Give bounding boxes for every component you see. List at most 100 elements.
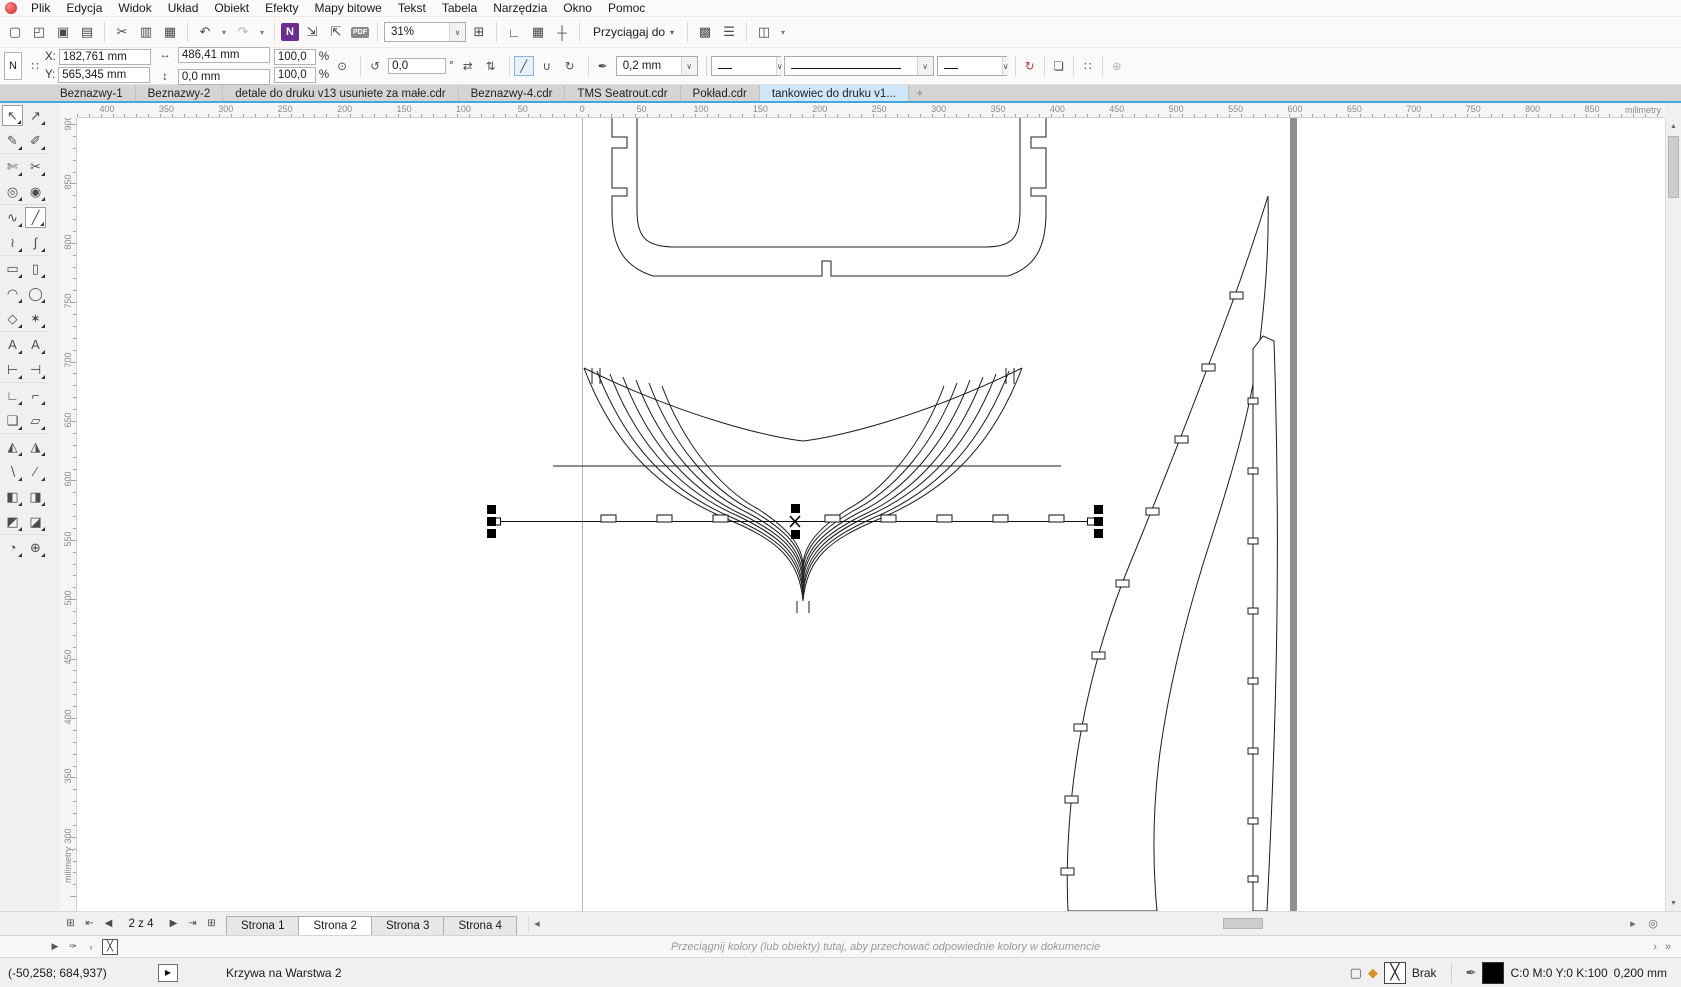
zoom-level-combo[interactable]: 31% ∨ xyxy=(384,22,466,42)
vertical-scrollbar[interactable]: ▲ ▼ xyxy=(1665,118,1681,911)
eyedropper-tool-icon[interactable]: ∖ xyxy=(2,461,23,482)
menu-narzędzia[interactable]: Narzędzia xyxy=(485,0,555,16)
menu-plik[interactable]: Plik xyxy=(23,0,58,16)
outline-width-combo[interactable]: 0,2 mm ∨ xyxy=(616,56,698,76)
navigator-button[interactable]: ◎ xyxy=(1643,915,1663,933)
no-color-swatch[interactable]: ╳ xyxy=(102,939,118,955)
smart-fill-tool-flyout-icon[interactable]: ⊕ xyxy=(25,537,46,558)
new-document-button[interactable]: ▢ xyxy=(4,21,26,43)
publish-pdf-button[interactable]: PDF xyxy=(351,27,369,38)
interactive-fill-tool-flyout-icon[interactable]: ◪ xyxy=(25,511,46,532)
document-tab-beznazwy-4-cdr[interactable]: Beznazwy-4.cdr xyxy=(459,85,566,101)
text-tool-flyout-icon[interactable]: A xyxy=(25,334,46,355)
menu-efekty[interactable]: Efekty xyxy=(257,0,306,16)
add-page-button[interactable]: ⊞ xyxy=(203,915,220,932)
show-guidelines-toggle[interactable]: ┼ xyxy=(551,21,573,43)
export-button[interactable]: ⇱ xyxy=(325,21,347,43)
last-page-button[interactable]: ⇥ xyxy=(184,915,201,932)
mirror-horizontal-button[interactable]: ⇄ xyxy=(458,56,478,76)
eyedropper-tool-flyout-icon[interactable]: ∕ xyxy=(25,461,46,482)
smooth-node-button[interactable]: ↻ xyxy=(560,56,580,76)
combo-arrow-icon[interactable]: ∨ xyxy=(1002,57,1009,75)
scroll-right-button[interactable]: ▶ xyxy=(1625,916,1641,932)
menu-edycja[interactable]: Edycja xyxy=(58,0,110,16)
document-tab-tms-seatrout-cdr[interactable]: TMS Seatrout.cdr xyxy=(565,85,680,101)
fill-tool-icon[interactable]: ◧ xyxy=(2,486,23,507)
first-page-button[interactable]: ⇤ xyxy=(81,915,98,932)
menu-okno[interactable]: Okno xyxy=(555,0,600,16)
polygon-tool-flyout-icon[interactable]: ✶ xyxy=(25,308,46,329)
shape-tool-icon[interactable]: ✎ xyxy=(2,130,23,151)
paste-button[interactable]: ▦ xyxy=(159,21,181,43)
rotation-angle-field[interactable]: 0,0 xyxy=(388,58,446,74)
page-tab-strona-3[interactable]: Strona 3 xyxy=(371,916,444,935)
text-tool-icon[interactable]: A xyxy=(2,334,23,355)
page-tab-strona-1[interactable]: Strona 1 xyxy=(226,916,299,935)
page-tab-strona-2[interactable]: Strona 2 xyxy=(298,916,371,935)
palette-eyedropper-icon[interactable]: ✑ xyxy=(66,940,80,954)
object-height-field[interactable]: 0,0 mm xyxy=(178,69,270,85)
fullscreen-preview-button[interactable]: ⊞ xyxy=(468,21,490,43)
redo-button[interactable]: ↷ xyxy=(232,21,254,43)
menu-mapy-bitowe[interactable]: Mapy bitowe xyxy=(306,0,389,16)
ellipse-tool-flyout-icon[interactable]: ◯ xyxy=(25,283,46,304)
scroll-up-button[interactable]: ▲ xyxy=(1666,118,1681,134)
document-tab-pokład-cdr[interactable]: Pokład.cdr xyxy=(681,85,760,101)
app-icon[interactable] xyxy=(5,2,17,14)
menu-widok[interactable]: Widok xyxy=(110,0,159,16)
zoom-tool-icon[interactable]: ◎ xyxy=(2,181,23,202)
print-button[interactable]: ▤ xyxy=(76,21,98,43)
crop-tool-icon[interactable]: ✄ xyxy=(2,156,23,177)
undo-dropdown-icon[interactable]: ▾ xyxy=(218,21,230,43)
scroll-left-button[interactable]: ◀ xyxy=(529,916,545,932)
convert-to-line-button[interactable]: ╱ xyxy=(514,56,534,76)
zoom-tool-flyout-icon[interactable]: ◉ xyxy=(25,181,46,202)
show-grid-toggle[interactable]: ▦ xyxy=(527,21,549,43)
palette-more-button[interactable]: » xyxy=(1665,941,1671,953)
rectangle-tool-flyout-icon[interactable]: ▯ xyxy=(25,258,46,279)
mirror-vertical-button[interactable]: ⇅ xyxy=(481,56,501,76)
scale-y-field[interactable]: 100,0 xyxy=(274,67,316,83)
menu-obiekt[interactable]: Obiekt xyxy=(206,0,257,16)
crop-tool-flyout-icon[interactable]: ✂ xyxy=(25,156,46,177)
drop-shadow-tool-flyout-icon[interactable]: ▱ xyxy=(25,410,46,431)
search-content-button[interactable]: N xyxy=(281,23,299,41)
image-adjust-button[interactable]: ▩ xyxy=(694,21,716,43)
polygon-tool-icon[interactable]: ◇ xyxy=(2,308,23,329)
connector-tool-icon[interactable]: ∟ xyxy=(2,385,23,406)
order-button[interactable]: ❏ xyxy=(1049,56,1069,76)
object-details-button[interactable]: ▶ xyxy=(158,964,178,982)
cut-button[interactable]: ✂ xyxy=(111,21,133,43)
drop-shadow-tool-icon[interactable]: ❏ xyxy=(2,410,23,431)
fill-tool-flyout-icon[interactable]: ◨ xyxy=(25,486,46,507)
add-page-button[interactable]: ⊞ xyxy=(62,915,79,932)
next-page-button[interactable]: ▶ xyxy=(165,915,182,932)
horizontal-scrollbar[interactable]: ◀ ▶ xyxy=(528,916,1641,932)
import-button[interactable]: ⇲ xyxy=(301,21,323,43)
horizontal-ruler[interactable]: milimetry 400350300250200150100500501001… xyxy=(77,103,1665,118)
vertical-scroll-thumb[interactable] xyxy=(1668,136,1679,198)
end-arrowhead-combo[interactable]: ∨ xyxy=(937,56,1007,76)
convert-to-curve-button[interactable]: ∪ xyxy=(537,56,557,76)
combo-arrow-icon[interactable]: ∨ xyxy=(776,57,783,75)
palette-flyout-button[interactable]: ▶ xyxy=(48,940,62,954)
menu-pomoc[interactable]: Pomoc xyxy=(600,0,653,16)
horizontal-scroll-thumb[interactable] xyxy=(1223,918,1263,929)
y-position-field[interactable]: 565,345 mm xyxy=(58,67,150,83)
vertical-ruler[interactable]: milimetry 900850800750700650600550500450… xyxy=(60,118,77,911)
dimension-tool-flyout-icon[interactable]: ⊣ xyxy=(25,359,46,380)
interactive-fill-tool-icon[interactable]: ◩ xyxy=(2,511,23,532)
proof-settings-button[interactable]: ☰ xyxy=(718,21,740,43)
document-tab-detale-do-druku-v13-usuniete-za-małe-cdr[interactable]: detale do druku v13 usuniete za małe.cdr xyxy=(223,85,458,101)
combo-arrow-icon[interactable]: ∨ xyxy=(449,23,465,41)
color-settings-icon[interactable]: ▢ xyxy=(1350,965,1362,981)
lock-ratio-toggle[interactable]: ⊙ xyxy=(332,56,352,76)
add-perspective-button[interactable]: ⊕ xyxy=(1107,56,1127,76)
copy-button[interactable]: ▥ xyxy=(135,21,157,43)
save-button[interactable]: ▣ xyxy=(52,21,74,43)
launcher-button[interactable]: ◫ xyxy=(753,21,775,43)
outline-style-combo[interactable]: ∨ xyxy=(784,56,934,76)
undo-button[interactable]: ↶ xyxy=(194,21,216,43)
scale-x-field[interactable]: 100,0 xyxy=(274,49,316,65)
menu-tabela[interactable]: Tabela xyxy=(434,0,485,16)
